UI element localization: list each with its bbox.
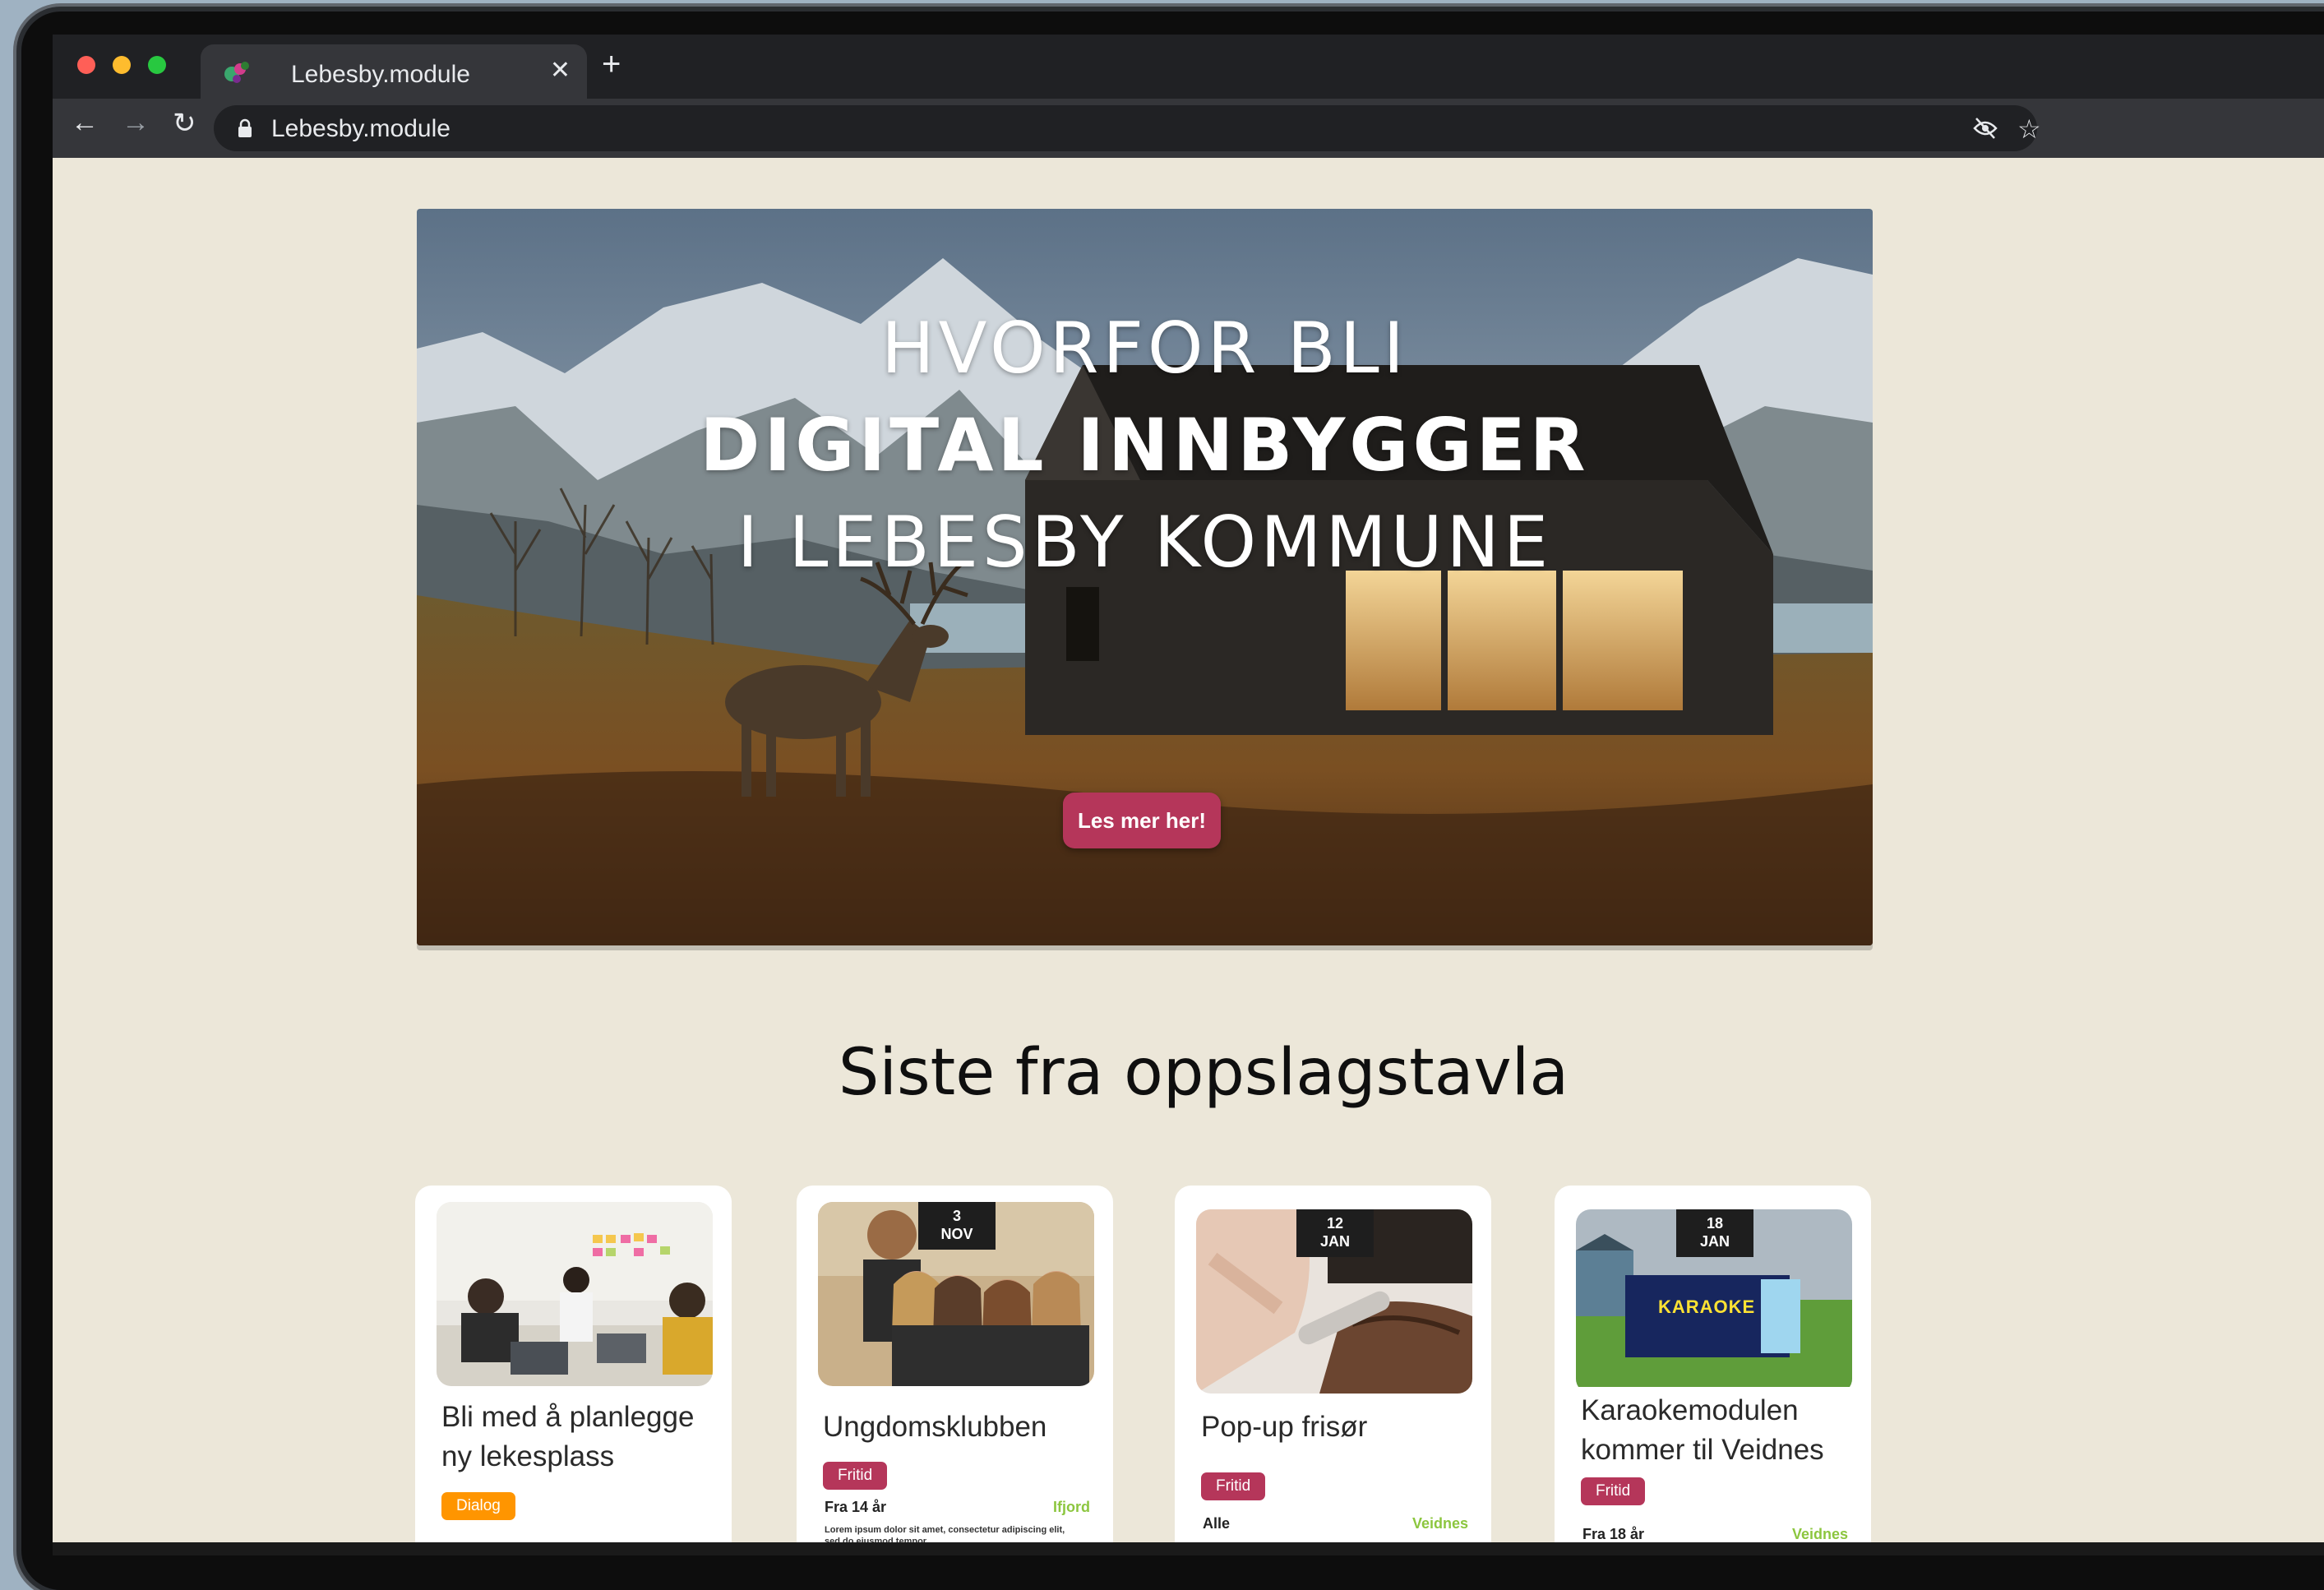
browser-toolbar: ← → ↻ Lebesby.module ☆: [53, 99, 2324, 158]
url-text: Lebesby.module: [271, 115, 450, 142]
hero-heading-line-2: DIGITAL INNBYGGER: [700, 403, 1590, 488]
bulletin-card[interactable]: KARAOKE 18 JAN Karaokemodulen kommer til …: [1555, 1186, 1871, 1555]
browser-tab[interactable]: Lebesby.module ✕: [201, 44, 587, 99]
tab-title: Lebesby.module: [291, 61, 470, 88]
event-day: 18: [1706, 1215, 1724, 1232]
event-day: 12: [1326, 1215, 1344, 1232]
card-image: KARAOKE 18 JAN: [1576, 1209, 1852, 1394]
card-image: 3 NOV: [818, 1202, 1094, 1386]
favicon-icon: [224, 62, 249, 83]
event-month: JAN: [1699, 1233, 1730, 1250]
card-title: Pop-up frisør: [1201, 1411, 1368, 1443]
close-tab-icon[interactable]: ✕: [550, 56, 571, 85]
card-image: 12 JAN: [1196, 1209, 1472, 1394]
tracking-protection-icon[interactable]: [1973, 117, 1998, 140]
hero-heading-line-3: I LEBESBY KOMMUNE: [737, 501, 1553, 584]
section-title: Siste fra oppslagstavla: [838, 1036, 1569, 1110]
minimize-window-button[interactable]: [113, 56, 131, 74]
address-bar[interactable]: Lebesby.module ☆: [214, 105, 2041, 151]
lock-icon: [238, 118, 252, 137]
maximize-window-button[interactable]: [148, 56, 166, 74]
bulletin-card[interactable]: 12 JAN Pop-up frisør Fritid Alle Veidnes: [1175, 1186, 1491, 1555]
audience-label: Fra 14 år: [825, 1499, 887, 1515]
location-label: Ifjord: [1053, 1499, 1090, 1515]
tab-bar: Lebesby.module ✕ +: [53, 35, 2324, 99]
event-date-badge: 3 NOV: [918, 1202, 996, 1250]
event-date-badge: 18 JAN: [1676, 1209, 1753, 1257]
category-badge: Fritid: [823, 1462, 888, 1490]
back-icon[interactable]: ←: [71, 107, 99, 139]
karaoke-sign: KARAOKE: [1658, 1296, 1756, 1317]
browser-window: Lebesby.module ✕ + ← → ↻ Lebesby.module …: [53, 35, 2324, 1555]
webpage: HVORFOR BLI DIGITAL INNBYGGER I LEBESBY …: [53, 158, 2324, 1555]
category-badge: Fritid: [1201, 1472, 1266, 1500]
event-day: 3: [952, 1208, 961, 1224]
laptop-frame: Lebesby.module ✕ + ← → ↻ Lebesby.module …: [21, 12, 2324, 1590]
forward-icon[interactable]: →: [122, 107, 150, 139]
card-image: [437, 1202, 713, 1386]
card-title: Bli med å planlegge ny lekesplass: [441, 1401, 695, 1472]
hero-heading-line-1: HVORFOR BLI: [881, 307, 1408, 390]
new-tab-icon[interactable]: +: [602, 46, 621, 83]
category-badge: Fritid: [1581, 1477, 1646, 1505]
event-month: JAN: [1319, 1233, 1350, 1250]
location-label: Veidnes: [1411, 1515, 1468, 1532]
bookmark-star-icon[interactable]: ☆: [2017, 113, 2041, 145]
audience-label: Fra 18 år: [1582, 1526, 1645, 1542]
close-window-button[interactable]: [77, 56, 95, 74]
bulletin-card[interactable]: 3 NOV Ungdomsklubben Fritid Fra 14 år Ifj…: [797, 1186, 1113, 1555]
audience-label: Alle: [1203, 1515, 1231, 1532]
location-label: Veidnes: [1791, 1526, 1848, 1542]
category-badge: Dialog: [441, 1492, 515, 1520]
event-date-badge: 12 JAN: [1296, 1209, 1374, 1257]
card-title: Karaokemodulen kommer til Veidnes: [1581, 1394, 1824, 1466]
card-title: Ungdomsklubben: [823, 1411, 1047, 1443]
bulletin-card[interactable]: Bli med å planlegge ny lekesplass Dialog: [415, 1186, 732, 1555]
hero-banner: HVORFOR BLI DIGITAL INNBYGGER I LEBESBY …: [417, 209, 1873, 945]
event-month: NOV: [940, 1226, 973, 1242]
reload-icon[interactable]: ↻: [173, 107, 196, 140]
read-more-button[interactable]: Les mer her!: [1063, 793, 1221, 848]
